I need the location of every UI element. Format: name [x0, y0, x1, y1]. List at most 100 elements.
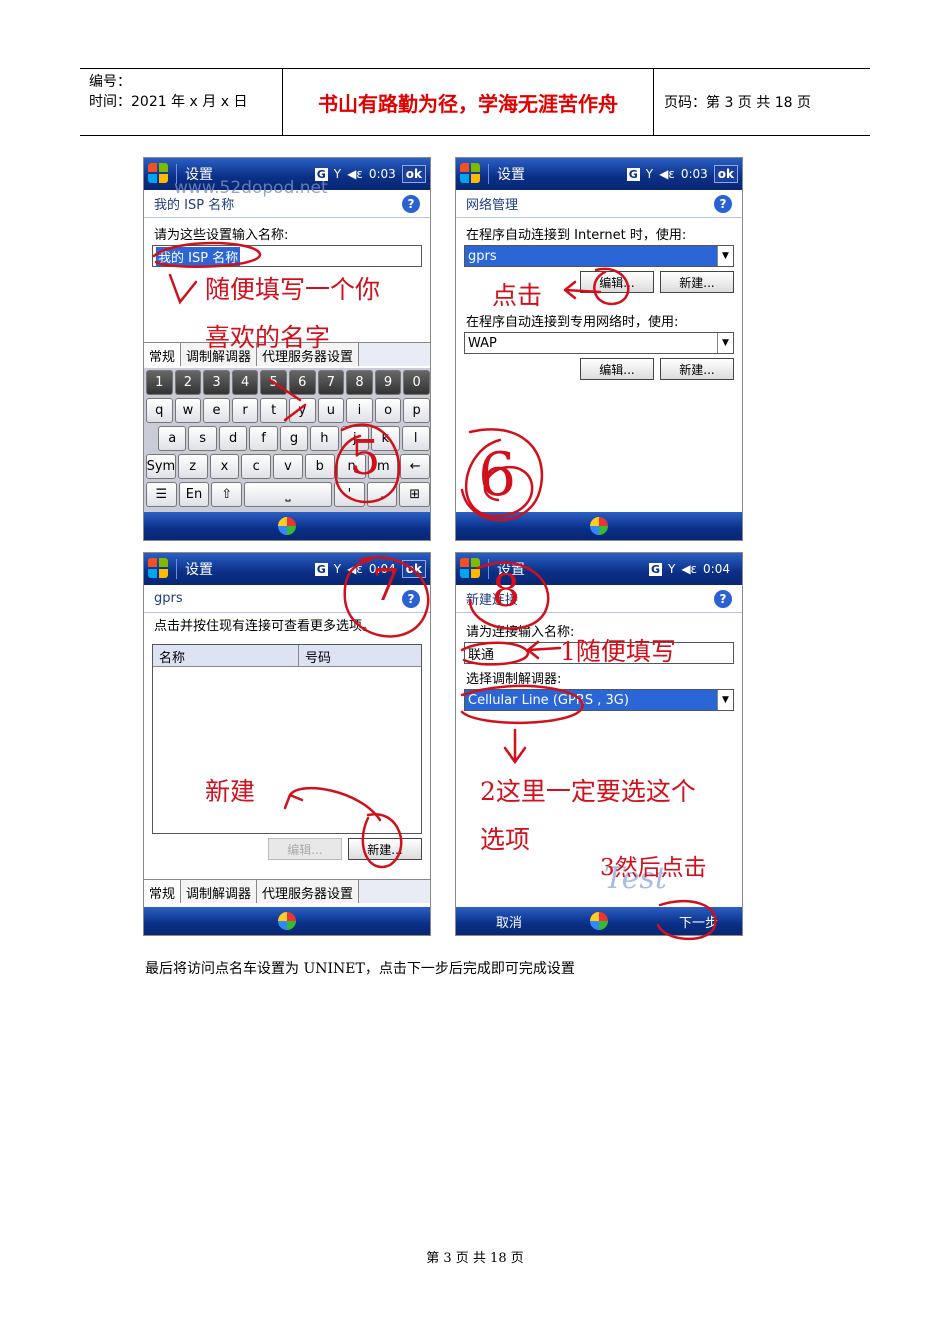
keyboard-key[interactable]: g	[279, 426, 309, 451]
input-panel-icon[interactable]	[590, 912, 608, 930]
annotation-click: 点击	[492, 281, 543, 310]
input-panel-icon[interactable]	[278, 912, 296, 930]
chevron-down-icon[interactable]: ▼	[717, 246, 733, 266]
edit-button[interactable]: 编辑...	[580, 271, 654, 293]
soft-key-bar	[144, 512, 430, 540]
chevron-down-icon[interactable]: ▼	[717, 333, 733, 353]
keyboard-row-zxcv: Sym z x c v b n m ←	[146, 454, 430, 479]
help-icon[interactable]: ?	[714, 589, 732, 608]
start-icon[interactable]	[148, 558, 170, 580]
keyboard-key[interactable]: 9	[374, 370, 402, 395]
input-panel-icon[interactable]	[590, 517, 608, 535]
keyboard-key[interactable]: 4	[231, 370, 259, 395]
soft-key-bar	[144, 907, 430, 935]
modem-prompt: 选择调制解调器:	[466, 672, 562, 687]
keyboard-key[interactable]: a	[158, 426, 187, 451]
keyboard-key[interactable]: 8	[346, 370, 373, 395]
keyboard-key[interactable]: o	[374, 398, 402, 423]
keyboard-key[interactable]: u	[317, 398, 345, 423]
gprs-status-icon: G	[314, 562, 328, 576]
keyboard-key[interactable]: t	[260, 398, 287, 423]
keyboard-row-asdf: asdfghjkl	[146, 426, 430, 451]
keyboard-key[interactable]: ⇧	[211, 482, 243, 507]
clock[interactable]: 0:03	[681, 167, 708, 181]
keyboard-key[interactable]: v	[273, 454, 303, 479]
keyboard-key[interactable]: z	[177, 454, 208, 479]
cancel-softkey[interactable]: 取消	[496, 912, 522, 931]
tab-general[interactable]: 常规	[144, 880, 182, 903]
hint-text: 点击并按住现有连接可查看更多选项。	[154, 619, 376, 634]
keyboard-key[interactable]: e	[203, 398, 230, 423]
keyboard-key[interactable]: s	[188, 426, 217, 451]
keyboard-key[interactable]: c	[241, 454, 272, 479]
connection-list[interactable]: 名称 号码	[152, 644, 422, 834]
modem-select[interactable]: Cellular Line (GPRS , 3G) ▼	[464, 689, 734, 711]
signal-icon: Y	[667, 562, 676, 576]
soft-key-bar	[456, 512, 742, 540]
start-icon[interactable]	[148, 163, 170, 185]
keyboard-key[interactable]: ⊞	[399, 482, 430, 507]
column-number[interactable]: 号码	[299, 645, 421, 666]
help-icon[interactable]: ?	[402, 589, 420, 608]
edit-button[interactable]: 编辑...	[580, 358, 654, 380]
volume-icon[interactable]: ◀ε	[681, 562, 697, 576]
keyboard-key[interactable]: x	[209, 454, 240, 479]
keyboard-key[interactable]: r	[231, 398, 259, 423]
tab-modem[interactable]: 调制解调器	[181, 880, 258, 903]
clock[interactable]: 0:03	[369, 167, 396, 181]
keyboard-key[interactable]: w	[174, 398, 202, 423]
keyboard-key[interactable]: 5	[260, 370, 287, 395]
list-header: 名称 号码	[153, 645, 421, 667]
column-name[interactable]: 名称	[153, 645, 299, 666]
tab-proxy[interactable]: 代理服务器设置	[257, 880, 360, 903]
keyboard-key[interactable]: ←	[400, 454, 430, 479]
ok-button[interactable]: ok	[713, 165, 738, 183]
volume-icon[interactable]: ◀ε	[659, 167, 675, 181]
keyboard-key[interactable]: En	[178, 482, 210, 507]
keyboard-key[interactable]: 0	[403, 370, 430, 395]
help-icon[interactable]: ?	[402, 194, 420, 213]
clock[interactable]: 0:04	[703, 562, 730, 576]
keyboard-key[interactable]: 6	[288, 370, 316, 395]
ok-button[interactable]: ok	[401, 165, 426, 183]
new-button[interactable]: 新建...	[660, 271, 734, 293]
keyboard-key[interactable]: p	[403, 398, 430, 423]
keyboard-key[interactable]: i	[346, 398, 373, 423]
new-button[interactable]: 新建...	[660, 358, 734, 380]
help-icon[interactable]: ?	[714, 194, 732, 213]
chevron-down-icon[interactable]: ▼	[717, 690, 733, 710]
keyboard-key[interactable]: l	[401, 426, 430, 451]
keyboard-key[interactable]: 1	[146, 370, 173, 395]
keyboard-key[interactable]: ☰	[146, 482, 177, 507]
signal-icon: Y	[333, 167, 342, 181]
keyboard-key[interactable]: b	[304, 454, 335, 479]
private-network-select[interactable]: WAP ▼	[464, 332, 734, 354]
keyboard-key[interactable]: y	[288, 398, 316, 423]
start-icon[interactable]	[460, 163, 482, 185]
keyboard-key[interactable]: d	[218, 426, 248, 451]
tab-strip: 常规 调制解调器 代理服务器设置	[144, 879, 430, 903]
keyboard-key[interactable]: f	[249, 426, 278, 451]
input-panel-icon[interactable]	[278, 517, 296, 535]
isp-name-input[interactable]: 我的 ISP 名称	[152, 245, 422, 267]
tab-general[interactable]: 常规	[144, 343, 182, 366]
keyboard-key[interactable]: h	[310, 426, 339, 451]
internet-connection-select[interactable]: gprs ▼	[464, 245, 734, 267]
volume-icon[interactable]: ◀ε	[347, 167, 363, 181]
signal-icon: Y	[645, 167, 654, 181]
next-softkey[interactable]: 下一步	[679, 912, 718, 931]
list-button-row: 编辑... 新建...	[144, 834, 430, 860]
new-button[interactable]: 新建...	[348, 838, 422, 860]
keyboard-key[interactable]: 7	[317, 370, 345, 395]
start-icon[interactable]	[460, 558, 482, 580]
ok-button[interactable]: ok	[401, 560, 426, 578]
keyboard-key[interactable]: ⎵	[244, 482, 333, 507]
keyboard-key[interactable]: q	[146, 398, 173, 423]
keyboard-key[interactable]: 2	[174, 370, 202, 395]
keyboard-key[interactable]: 3	[203, 370, 230, 395]
internet-connection-value: gprs	[465, 246, 717, 266]
private-network-value: WAP	[468, 335, 497, 351]
keyboard-key[interactable]: Sym	[146, 454, 176, 479]
date-label: 时间：2021 年 x 月 x 日	[89, 94, 248, 110]
volume-icon[interactable]: ◀ε	[347, 562, 363, 576]
